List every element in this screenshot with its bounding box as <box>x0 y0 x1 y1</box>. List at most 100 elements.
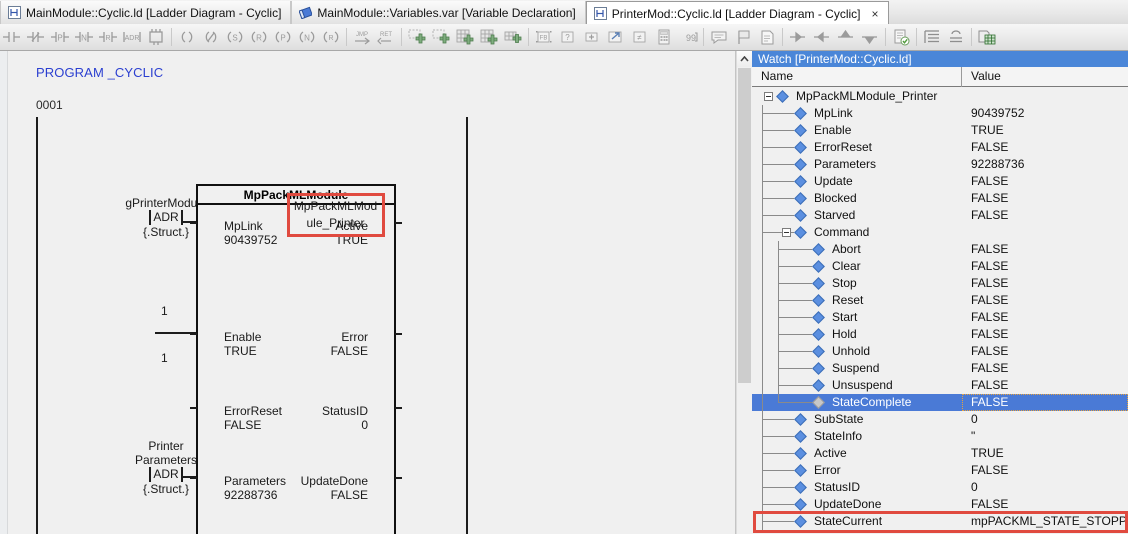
tree-expander-collapse-icon[interactable] <box>764 92 773 101</box>
watch-row[interactable]: Blocked FALSE <box>752 190 1128 207</box>
add-pin-icon[interactable] <box>580 25 604 49</box>
fb-output-statusid[interactable]: StatusID 0 <box>322 404 368 432</box>
watch-row-name-cell[interactable]: MpPackMLModule_Printer <box>752 88 962 105</box>
description-icon[interactable] <box>755 25 779 49</box>
watch-row-name-cell[interactable]: ErrorReset <box>752 139 962 156</box>
calculator-icon[interactable] <box>652 25 676 49</box>
watch-row[interactable]: ErrorReset FALSE <box>752 139 1128 156</box>
watch-row-value[interactable]: FALSE <box>962 139 1128 156</box>
watch-row[interactable]: Unhold FALSE <box>752 343 1128 360</box>
watch-row-name-cell[interactable]: Unsuspend <box>752 377 962 394</box>
watch-row-name-cell[interactable]: Parameters <box>752 156 962 173</box>
fb-input-enable[interactable]: Enable TRUE <box>224 330 261 358</box>
watch-row-name-cell[interactable]: Active <box>752 445 962 462</box>
watch-row-name-cell[interactable]: UpdateDone <box>752 496 962 513</box>
scroll-thumb[interactable] <box>738 68 751 383</box>
watch-row-name-cell[interactable]: StateCurrent <box>752 513 962 530</box>
watch-row-name-cell[interactable]: StateComplete <box>752 394 962 411</box>
watch-row-value[interactable]: 0 <box>962 479 1128 496</box>
comment-icon[interactable] <box>707 25 731 49</box>
coil-icon[interactable] <box>175 25 199 49</box>
editor-vertical-scrollbar[interactable] <box>736 51 752 534</box>
goto-definition-icon[interactable] <box>604 25 628 49</box>
watch-row[interactable]: StateInfo " <box>752 428 1128 445</box>
watch-row-name-cell[interactable]: Unhold <box>752 343 962 360</box>
watch-row[interactable]: Enable TRUE <box>752 122 1128 139</box>
watch-row[interactable]: Unsuspend FALSE <box>752 377 1128 394</box>
watch-row-value[interactable]: FALSE <box>962 377 1128 394</box>
monitor-grid-icon[interactable] <box>975 25 999 49</box>
column-header-name[interactable]: Name <box>752 66 962 87</box>
watch-row-value[interactable]: FALSE <box>962 173 1128 190</box>
insert-row-above-icon[interactable] <box>405 25 429 49</box>
coil-positive-icon[interactable]: P <box>271 25 295 49</box>
fb-input-parameters[interactable]: Parameters 92288736 <box>224 474 286 502</box>
adr-block-mplink[interactable]: ADR <box>149 210 184 225</box>
coil-reset-icon[interactable]: R <box>247 25 271 49</box>
watch-row-value[interactable] <box>962 224 1128 241</box>
watch-row-name-cell[interactable]: Start <box>752 309 962 326</box>
watch-row[interactable]: MpLink 90439752 <box>752 105 1128 122</box>
watch-row[interactable]: Starved FALSE <box>752 207 1128 224</box>
watch-row-name-cell[interactable]: Reset <box>752 292 962 309</box>
watch-row[interactable]: Clear FALSE <box>752 258 1128 275</box>
watch-row-value[interactable]: FALSE <box>962 275 1128 292</box>
watch-row-value[interactable]: FALSE <box>962 496 1128 513</box>
watch-variable-list[interactable]: MpPackMLModule_Printer MpLink 90439752 Enab… <box>752 88 1128 534</box>
watch-row[interactable]: Parameters 92288736 <box>752 156 1128 173</box>
contact-nc-icon[interactable] <box>24 25 48 49</box>
watch-row-value[interactable]: FALSE <box>962 326 1128 343</box>
watch-row-value[interactable]: FALSE <box>962 241 1128 258</box>
contact-no-icon[interactable] <box>0 25 24 49</box>
watch-row[interactable]: Error FALSE <box>752 462 1128 479</box>
watch-row-value[interactable] <box>962 88 1128 105</box>
fb-input-mplink[interactable]: MpLink 90439752 <box>224 219 277 247</box>
watch-row-name-cell[interactable]: StatusID <box>752 479 962 496</box>
coil-negative-icon[interactable]: N <box>295 25 319 49</box>
watch-row-value[interactable]: mpPACKML_STATE_STOPPED <box>962 513 1128 530</box>
jump-icon[interactable]: JMP <box>350 25 374 49</box>
function-block-instance-name[interactable]: MpPackMLMod ule_Printer <box>292 197 379 233</box>
watch-row[interactable]: UpdateDone FALSE <box>752 496 1128 513</box>
insert-network-icon[interactable] <box>453 25 477 49</box>
watch-row-value[interactable]: FALSE <box>962 343 1128 360</box>
tab-close-button[interactable]: × <box>872 8 879 20</box>
ladder-diagram-editor[interactable]: PROGRAM _CYCLIC 0001 gPrinterModule ADR … <box>0 51 736 534</box>
watch-row-value[interactable]: FALSE <box>962 292 1128 309</box>
watch-row-value[interactable]: FALSE <box>962 190 1128 207</box>
watch-row-name-cell[interactable]: Abort <box>752 241 962 258</box>
watch-row-name-cell[interactable]: Update <box>752 173 962 190</box>
watch-row-value[interactable]: TRUE <box>962 122 1128 139</box>
watch-row-value[interactable]: TRUE <box>962 445 1128 462</box>
coil-set-icon[interactable]: S <box>223 25 247 49</box>
function-block-icon[interactable] <box>144 25 168 49</box>
step-up-icon[interactable] <box>834 25 858 49</box>
fb-output-updatedone[interactable]: UpdateDone FALSE <box>301 474 368 502</box>
watch-row-name-cell[interactable]: Blocked <box>752 190 962 207</box>
watch-row-value[interactable]: FALSE <box>962 207 1128 224</box>
watch-row[interactable]: Stop FALSE <box>752 275 1128 292</box>
watch-row-value[interactable]: 0 <box>962 411 1128 428</box>
help-fb-icon[interactable]: ? <box>556 25 580 49</box>
contact-negative-icon[interactable]: N <box>72 25 96 49</box>
watch-row-name-cell[interactable]: Error <box>752 462 962 479</box>
fb-output-error[interactable]: Error FALSE <box>331 330 368 358</box>
step-out-icon[interactable] <box>810 25 834 49</box>
step-into-icon[interactable] <box>786 25 810 49</box>
return-icon[interactable]: RET <box>374 25 398 49</box>
step-down-icon[interactable] <box>858 25 882 49</box>
watch-row[interactable]: StateComplete FALSE <box>752 394 1128 411</box>
watch-row[interactable]: Command <box>752 224 1128 241</box>
watch-row-value[interactable]: FALSE <box>962 462 1128 479</box>
watch-row-name-cell[interactable]: MpLink <box>752 105 962 122</box>
force-values-icon[interactable]: 99 <box>676 25 700 49</box>
adr-block-parameters[interactable]: ADR <box>149 467 184 482</box>
watch-row[interactable]: MpPackMLModule_Printer <box>752 88 1128 105</box>
watch-row-value[interactable]: FALSE <box>962 258 1128 275</box>
collapse-icon[interactable] <box>944 25 968 49</box>
watch-row[interactable]: Reset FALSE <box>752 292 1128 309</box>
scroll-up-button[interactable] <box>737 51 752 67</box>
append-network-icon[interactable] <box>477 25 501 49</box>
watch-row[interactable]: Abort FALSE <box>752 241 1128 258</box>
watch-row[interactable]: Active TRUE <box>752 445 1128 462</box>
